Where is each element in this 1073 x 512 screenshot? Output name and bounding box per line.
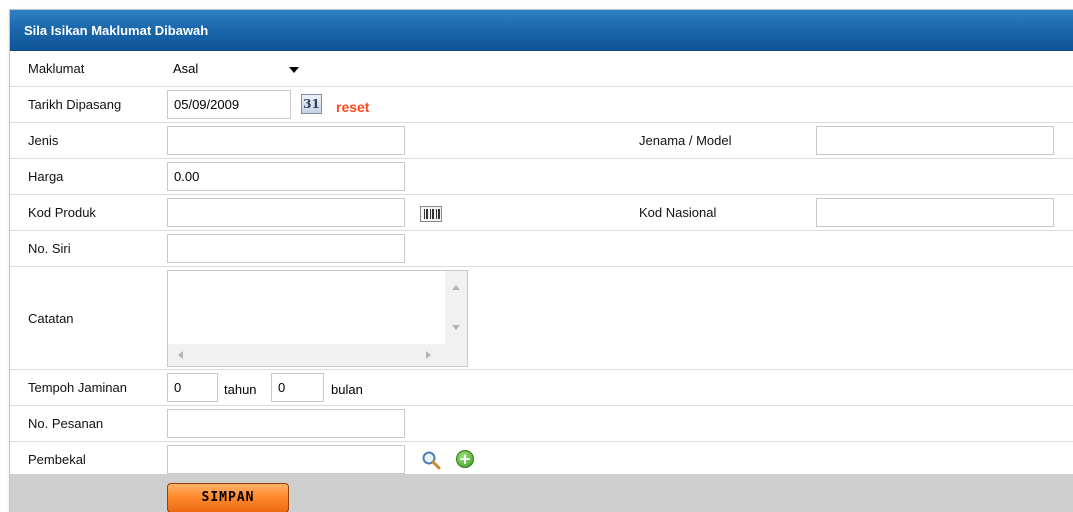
row-no-siri: No. Siri bbox=[10, 231, 1073, 267]
search-icon[interactable] bbox=[421, 450, 441, 470]
jenis-label: Jenis bbox=[28, 133, 59, 148]
barcode-icon[interactable] bbox=[420, 206, 442, 222]
save-button[interactable]: SIMPAN bbox=[167, 483, 289, 512]
maklumat-selected-value: Asal bbox=[173, 61, 199, 76]
no-siri-input[interactable] bbox=[167, 234, 405, 263]
kod-produk-input[interactable] bbox=[167, 198, 405, 227]
kod-nasional-label: Kod Nasional bbox=[639, 205, 717, 220]
reset-link[interactable]: reset bbox=[336, 99, 369, 115]
tarikh-input[interactable] bbox=[167, 90, 291, 119]
tarikh-label: Tarikh Dipasang bbox=[28, 97, 122, 112]
add-icon[interactable]: + bbox=[456, 450, 474, 468]
kod-produk-label: Kod Produk bbox=[28, 205, 96, 220]
row-no-pesanan: No. Pesanan bbox=[10, 406, 1073, 442]
row-catatan: Catatan bbox=[10, 267, 1073, 370]
row-harga: Harga bbox=[10, 159, 1073, 195]
no-pesanan-label: No. Pesanan bbox=[28, 416, 104, 431]
scrollbar-corner bbox=[445, 344, 467, 366]
scroll-right-icon[interactable] bbox=[426, 351, 431, 359]
bulan-label: bulan bbox=[331, 382, 363, 397]
pembekal-label: Pembekal bbox=[28, 452, 86, 467]
scroll-left-icon[interactable] bbox=[178, 351, 183, 359]
jenama-input[interactable] bbox=[816, 126, 1054, 155]
row-jenis: Jenis Jenama / Model bbox=[10, 123, 1073, 159]
jenis-input[interactable] bbox=[167, 126, 405, 155]
panel-title: Sila Isikan Maklumat Dibawah bbox=[10, 10, 1073, 51]
jenama-label: Jenama / Model bbox=[639, 133, 732, 148]
dropdown-arrow-icon[interactable] bbox=[289, 67, 299, 73]
tahun-label: tahun bbox=[224, 382, 257, 397]
tahun-input[interactable] bbox=[167, 373, 218, 402]
row-maklumat: Maklumat Asal bbox=[10, 51, 1073, 87]
maklumat-select[interactable]: Asal bbox=[167, 55, 299, 83]
catatan-textarea[interactable] bbox=[167, 270, 468, 367]
form-footer: SIMPAN bbox=[10, 474, 1073, 512]
form-panel: Sila Isikan Maklumat Dibawah Maklumat As… bbox=[9, 9, 1073, 512]
no-siri-label: No. Siri bbox=[28, 241, 71, 256]
row-kod: Kod Produk Kod Nasional bbox=[10, 195, 1073, 231]
vertical-scrollbar[interactable] bbox=[445, 271, 467, 346]
row-tarikh: Tarikh Dipasang 31 reset bbox=[10, 87, 1073, 123]
tempoh-label: Tempoh Jaminan bbox=[28, 380, 127, 395]
harga-input[interactable] bbox=[167, 162, 405, 191]
catatan-label: Catatan bbox=[28, 311, 74, 326]
calendar-icon[interactable]: 31 bbox=[301, 94, 322, 114]
harga-label: Harga bbox=[28, 169, 64, 184]
pembekal-input[interactable] bbox=[167, 445, 405, 474]
bulan-input[interactable] bbox=[271, 373, 324, 402]
scroll-down-icon[interactable] bbox=[452, 325, 460, 330]
no-pesanan-input[interactable] bbox=[167, 409, 405, 438]
row-tempoh: Tempoh Jaminan tahun bulan bbox=[10, 370, 1073, 406]
horizontal-scrollbar[interactable] bbox=[168, 344, 447, 366]
scroll-up-icon[interactable] bbox=[452, 285, 460, 290]
kod-nasional-input[interactable] bbox=[816, 198, 1054, 227]
maklumat-label: Maklumat bbox=[28, 61, 85, 76]
row-pembekal: Pembekal + bbox=[10, 442, 1073, 478]
